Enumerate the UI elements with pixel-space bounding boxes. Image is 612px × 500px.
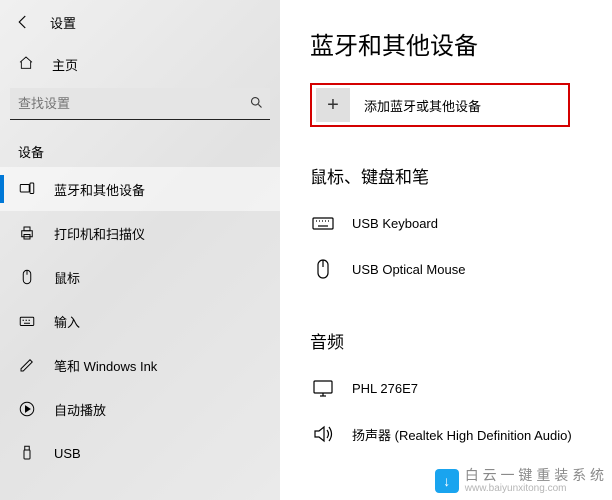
device-item[interactable]: 扬声器 (Realtek High Definition Audio) bbox=[310, 411, 612, 457]
home-icon bbox=[18, 55, 34, 74]
watermark-logo: ↓ bbox=[435, 469, 459, 493]
keyboard-icon bbox=[18, 312, 36, 330]
device-item[interactable]: USB Keyboard bbox=[310, 200, 612, 246]
home-link[interactable]: 主页 bbox=[0, 44, 280, 84]
nav-bluetooth[interactable]: 蓝牙和其他设备 bbox=[0, 167, 280, 211]
nav-label: 鼠标 bbox=[54, 268, 80, 287]
section-label: 设备 bbox=[0, 130, 280, 167]
device-label: USB Optical Mouse bbox=[352, 262, 465, 277]
nav-autoplay[interactable]: 自动播放 bbox=[0, 387, 280, 431]
nav-typing[interactable]: 输入 bbox=[0, 299, 280, 343]
nav-printers[interactable]: 打印机和扫描仪 bbox=[0, 211, 280, 255]
mouse-icon bbox=[18, 268, 36, 286]
printer-icon bbox=[18, 224, 36, 242]
autoplay-icon bbox=[18, 400, 36, 418]
nav-label: 笔和 Windows Ink bbox=[54, 356, 157, 375]
pen-icon bbox=[18, 356, 36, 374]
page-title: 蓝牙和其他设备 bbox=[310, 26, 612, 61]
usb-icon bbox=[18, 444, 36, 462]
devices-icon bbox=[18, 180, 36, 198]
watermark-url: www.baiyunxitong.com bbox=[465, 483, 604, 494]
mouse-device-icon bbox=[310, 257, 336, 281]
nav-mouse[interactable]: 鼠标 bbox=[0, 255, 280, 299]
plus-icon: + bbox=[316, 88, 350, 122]
nav-label: 输入 bbox=[54, 312, 80, 331]
nav-label: 蓝牙和其他设备 bbox=[54, 180, 145, 199]
device-label: USB Keyboard bbox=[352, 216, 438, 231]
nav-pen[interactable]: 笔和 Windows Ink bbox=[0, 343, 280, 387]
keyboard-device-icon bbox=[310, 211, 336, 235]
group-mouse-keyboard: 鼠标、键盘和笔 bbox=[310, 163, 612, 188]
watermark: ↓ 白 云 一 键 重 装 系 统 www.baiyunxitong.com bbox=[435, 468, 604, 494]
nav-label: 自动播放 bbox=[54, 400, 106, 419]
nav-label: 打印机和扫描仪 bbox=[54, 224, 145, 243]
monitor-icon bbox=[310, 376, 336, 400]
settings-title: 设置 bbox=[50, 13, 76, 32]
back-icon[interactable] bbox=[14, 13, 32, 31]
device-item[interactable]: USB Optical Mouse bbox=[310, 246, 612, 292]
add-device-button[interactable]: + 添加蓝牙或其他设备 bbox=[310, 83, 570, 127]
search-input[interactable] bbox=[10, 88, 270, 120]
nav-usb[interactable]: USB bbox=[0, 431, 280, 475]
device-label: 扬声器 (Realtek High Definition Audio) bbox=[352, 425, 572, 444]
nav-label: USB bbox=[54, 446, 81, 461]
speaker-icon bbox=[310, 422, 336, 446]
add-device-label: 添加蓝牙或其他设备 bbox=[364, 96, 481, 115]
device-label: PHL 276E7 bbox=[352, 381, 418, 396]
home-label: 主页 bbox=[52, 55, 78, 74]
group-audio: 音频 bbox=[310, 328, 612, 353]
search-icon[interactable] bbox=[249, 95, 264, 113]
device-item[interactable]: PHL 276E7 bbox=[310, 365, 612, 411]
watermark-brand: 白 云 一 键 重 装 系 统 bbox=[465, 468, 604, 483]
